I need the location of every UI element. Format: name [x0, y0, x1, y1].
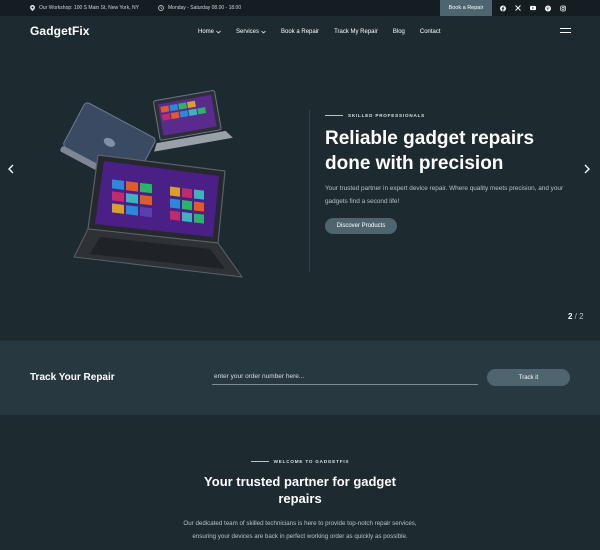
nav-services-label: Services: [236, 28, 260, 35]
instagram-icon[interactable]: [560, 5, 566, 11]
site-header: GadgetFix Home Services Book a Repair Tr…: [0, 16, 600, 47]
location-pin-icon: [30, 5, 35, 11]
welcome-title: Your trusted partner for gadget repairs: [204, 474, 396, 506]
order-number-input[interactable]: [212, 369, 478, 385]
hero-eyebrow: SKILLED PROFESSIONALS: [325, 113, 425, 118]
hero-divider: [309, 110, 310, 272]
track-repair-section: Track Your Repair Track it: [0, 341, 600, 415]
nav-blog-label: Blog: [392, 28, 405, 35]
nav-item-book-repair[interactable]: Book a Repair: [281, 29, 319, 35]
address-text: Our Workshop: 100 S Main St, New York, N…: [39, 5, 139, 11]
hero-eyebrow-text: SKILLED PROFESSIONALS: [348, 113, 426, 118]
nav-track-repair-label: Track My Repair: [334, 28, 378, 35]
welcome-description: Our dedicated team of skilled technician…: [183, 520, 417, 540]
chevron-down-icon: [261, 30, 266, 34]
welcome-eyebrow-text: WELCOME TO GADGETFIX: [273, 459, 350, 464]
laptops-image: [60, 90, 244, 278]
social-links: [500, 0, 566, 16]
main-nav: Home Services Book a Repair Track My Rep…: [198, 16, 441, 47]
nav-home-label: Home: [198, 28, 215, 35]
welcome-eyebrow: WELCOME TO GADGETFIX: [0, 459, 600, 464]
address-info: Our Workshop: 100 S Main St, New York, N…: [30, 0, 139, 16]
hours-info: Monday - Saturday 08.00 - 18.00: [158, 0, 241, 16]
nav-item-track-repair[interactable]: Track My Repair: [334, 29, 378, 35]
youtube-icon[interactable]: [530, 5, 536, 11]
nav-item-contact[interactable]: Contact: [420, 29, 441, 35]
pinterest-icon[interactable]: [545, 5, 551, 11]
welcome-section: WELCOME TO GADGETFIX Your trusted partne…: [0, 415, 600, 550]
nav-book-repair-label: Book a Repair: [281, 28, 320, 35]
hamburger-menu-icon[interactable]: [560, 28, 571, 35]
x-icon[interactable]: [515, 5, 521, 11]
nav-contact-label: Contact: [419, 28, 441, 35]
chevron-down-icon: [216, 30, 221, 34]
track-title: Track Your Repair: [30, 372, 115, 383]
prev-slide-arrow-icon[interactable]: [6, 163, 16, 175]
hero-description: Your trusted partner in expert device re…: [325, 185, 564, 205]
clock-icon: [158, 5, 164, 11]
hero-title: Reliable gadget repairs done with precis…: [325, 128, 535, 174]
facebook-icon[interactable]: [500, 5, 506, 11]
nav-item-home[interactable]: Home: [198, 29, 221, 35]
site-logo[interactable]: GadgetFix: [30, 24, 90, 38]
slide-total: 2: [579, 312, 584, 321]
slide-pager: 2 / 2: [568, 312, 584, 321]
track-it-button[interactable]: Track it: [487, 369, 570, 386]
nav-item-blog[interactable]: Blog: [393, 29, 405, 35]
hero-slider: SKILLED PROFESSIONALS Reliable gadget re…: [0, 47, 600, 341]
hours-text: Monday - Saturday 08.00 - 18.00: [168, 5, 242, 11]
discover-products-button[interactable]: Discover Products: [325, 218, 397, 234]
next-slide-arrow-icon[interactable]: [582, 163, 592, 175]
nav-item-services[interactable]: Services: [236, 29, 266, 35]
top-bar: Our Workshop: 100 S Main St, New York, N…: [0, 0, 600, 16]
topbar-book-repair-button[interactable]: Book a Repair: [440, 0, 492, 16]
